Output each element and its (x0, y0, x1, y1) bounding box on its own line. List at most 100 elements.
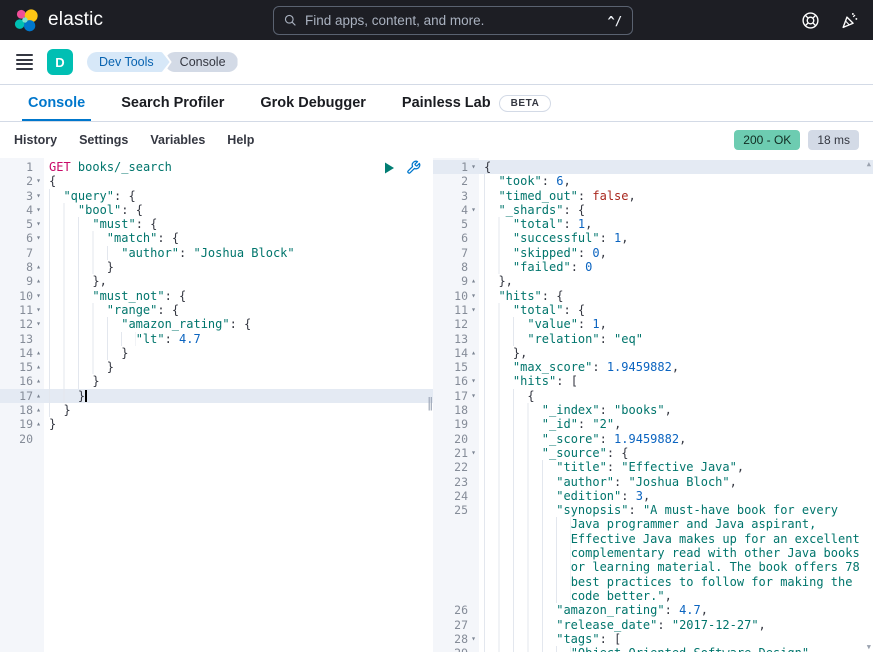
tab-grok-debugger[interactable]: Grok Debugger (254, 85, 372, 121)
code-line[interactable]: 5 "total": 1, (433, 217, 873, 232)
fold-toggle-icon[interactable]: ▴ (33, 360, 44, 374)
fold-toggle-icon[interactable]: ▾ (468, 289, 479, 303)
tab-console[interactable]: Console (22, 85, 91, 121)
code-line[interactable]: 16 ▴} (0, 374, 433, 389)
scroll-down-icon[interactable]: ▼ (867, 643, 871, 651)
wrench-icon[interactable] (406, 160, 421, 175)
tab-search-profiler[interactable]: Search Profiler (115, 85, 230, 121)
fold-toggle-icon[interactable]: ▾ (33, 303, 44, 317)
code-line[interactable]: code better.", (433, 588, 873, 604)
fold-toggle-icon[interactable]: ▾ (468, 203, 479, 217)
search-input[interactable] (305, 13, 600, 28)
fold-toggle-icon[interactable]: ▴ (468, 274, 479, 288)
code-line[interactable]: 13 "relation": "eq" (433, 331, 873, 346)
code-line[interactable]: 16 ▾ "hits": [ (433, 374, 873, 389)
code-line[interactable]: 2 ▾ { (0, 174, 433, 188)
fold-toggle-icon[interactable]: ▴ (33, 374, 44, 388)
request-editor[interactable]: 1 GET books/_search 2 ▾{3 ▾ "query": {4 ▾ "bool… (0, 158, 433, 652)
code-line[interactable]: 11 ▾ "range": { (0, 302, 433, 318)
code-line[interactable]: 4 ▾ "bool": { (0, 202, 433, 218)
fold-toggle-icon[interactable]: ▾ (468, 446, 479, 460)
code-line[interactable]: 3 "timed_out": false, (433, 188, 873, 203)
fold-toggle-icon[interactable]: ▾ (33, 317, 44, 331)
code-line[interactable]: 1 ▾ { (433, 160, 873, 175)
code-line[interactable]: Java programmer and Java aspirant, (433, 517, 873, 532)
help-icon[interactable] (801, 11, 820, 30)
fold-toggle-icon[interactable]: ▾ (33, 217, 44, 231)
code-line[interactable]: 15 "max_score": 1.9459882, (433, 360, 873, 375)
variables-menu[interactable]: Variables (150, 133, 205, 147)
code-line[interactable]: 23 "author": "Joshua Bloch", (433, 474, 873, 489)
code-line[interactable]: 25 "synopsis": "A must-have book for ever… (433, 503, 873, 518)
code-line[interactable]: 14 ▴}, (433, 345, 873, 361)
fold-toggle-icon[interactable]: ▾ (468, 303, 479, 317)
code-line[interactable]: 14 ▴} (0, 345, 433, 361)
code-line[interactable]: best practices to follow for making the (433, 574, 873, 589)
fold-toggle-icon[interactable]: ▴ (33, 260, 44, 274)
code-line[interactable]: 24 "edition": 3, (433, 488, 873, 504)
code-line[interactable]: 17 ▴} (0, 388, 433, 404)
code-line[interactable]: or learning material. The book offers 78 (433, 560, 873, 575)
space-avatar[interactable]: D (47, 49, 73, 75)
fold-toggle-icon[interactable]: ▴ (468, 346, 479, 360)
fold-toggle-icon[interactable]: ▾ (33, 231, 44, 245)
code-line[interactable]: 8 "failed": 0 (433, 260, 873, 275)
breadcrumb-dev-tools[interactable]: Dev Tools (87, 52, 170, 73)
code-line[interactable]: 10 ▾ "hits": { (433, 288, 873, 303)
send-request-button[interactable] (382, 161, 396, 175)
code-line[interactable]: 7 "author": "Joshua Block" (0, 245, 433, 261)
code-line[interactable]: 12 ▾ "amazon_rating": { (0, 317, 433, 332)
code-line[interactable]: 19 "_id": "2", (433, 417, 873, 432)
global-search[interactable]: ^/ (273, 6, 633, 35)
fold-toggle-icon[interactable]: ▾ (33, 203, 44, 217)
code-line[interactable]: Effective Java makes up for an excellent (433, 531, 873, 547)
code-line[interactable]: 22 "title": "Effective Java", (433, 460, 873, 475)
code-line[interactable]: 18 ▴} (0, 403, 433, 418)
code-line[interactable]: 29 "Object Oriented Software Design", (433, 646, 873, 652)
code-line[interactable]: 26 "amazon_rating": 4.7, (433, 603, 873, 618)
code-line[interactable]: 6 ▾ "match": { (0, 231, 433, 246)
fold-toggle-icon[interactable]: ▾ (468, 389, 479, 403)
code-line[interactable]: 18 "_index": "books", (433, 403, 873, 418)
elastic-logo[interactable]: elastic (14, 8, 103, 33)
code-line[interactable]: 27 "release_date": "2017-12-27", (433, 617, 873, 632)
fold-toggle-icon[interactable]: ▾ (33, 289, 44, 303)
code-line[interactable]: 28 ▾ "tags": [ (433, 631, 873, 647)
code-line[interactable]: 20 (0, 432, 433, 446)
tab-painless-lab[interactable]: Painless Lab BETA (396, 85, 558, 121)
scroll-up-icon[interactable]: ▲ (867, 160, 871, 168)
code-line[interactable]: 10 ▾ "must_not": { (0, 288, 433, 303)
code-line[interactable]: 2 "took": 6, (433, 174, 873, 189)
code-line[interactable]: 9 ▴}, (433, 274, 873, 289)
code-line[interactable]: 11 ▾ "total": { (433, 302, 873, 318)
fold-toggle-icon[interactable]: ▴ (33, 403, 44, 417)
fold-toggle-icon[interactable]: ▾ (33, 189, 44, 203)
fold-toggle-icon[interactable]: ▴ (33, 274, 44, 288)
fold-toggle-icon[interactable]: ▾ (468, 374, 479, 388)
response-viewer[interactable]: ▲ ▼ 1 ▾{2 "took": 6, 3 "timed_out": false, 4 ▾… (433, 158, 873, 652)
code-line[interactable]: 12 "value": 1, (433, 317, 873, 332)
code-line[interactable]: 4 ▾ "_shards": { (433, 202, 873, 218)
fold-toggle-icon[interactable]: ▴ (33, 346, 44, 360)
code-line[interactable]: 7 "skipped": 0, (433, 245, 873, 261)
fold-toggle-icon[interactable]: ▾ (468, 160, 479, 174)
fold-toggle-icon[interactable]: ▾ (468, 632, 479, 646)
code-line[interactable]: 21 ▾ "_source": { (433, 445, 873, 461)
code-line[interactable]: 17 ▾ { (433, 388, 873, 404)
code-line[interactable]: 8 ▴} (0, 260, 433, 275)
menu-icon[interactable] (16, 53, 33, 71)
code-line[interactable]: 6 "successful": 1, (433, 231, 873, 246)
whats-new-icon[interactable] (840, 11, 859, 30)
code-line[interactable]: 5 ▾ "must": { (0, 217, 433, 232)
code-line[interactable]: 13 "lt": 4.7 (0, 331, 433, 346)
code-line[interactable]: complementary read with other Java books (433, 546, 873, 561)
breadcrumb-console[interactable]: Console (164, 51, 238, 73)
pane-resize-handle[interactable]: ‖ (427, 396, 434, 411)
code-line[interactable]: 15 ▴} (0, 360, 433, 375)
history-menu[interactable]: History (14, 133, 57, 147)
fold-toggle-icon[interactable]: ▴ (33, 389, 44, 403)
code-line[interactable]: 9 ▴}, (0, 274, 433, 289)
settings-menu[interactable]: Settings (79, 133, 128, 147)
code-line[interactable]: 19 ▴} (0, 417, 433, 431)
code-line[interactable]: 20 "_score": 1.9459882, (433, 431, 873, 446)
